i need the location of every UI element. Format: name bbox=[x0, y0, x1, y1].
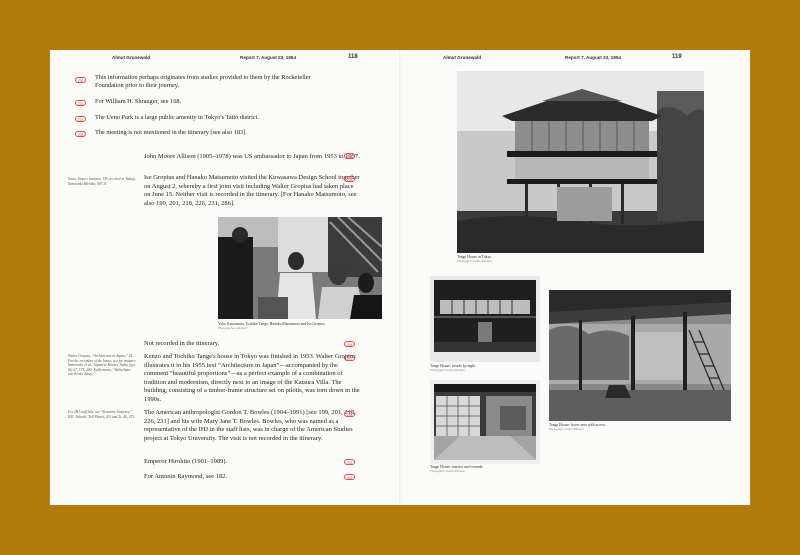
page-number: 119 bbox=[672, 54, 682, 60]
photo-group-portrait bbox=[218, 217, 382, 319]
gutter bbox=[399, 50, 401, 505]
photo-lower-area bbox=[549, 290, 731, 421]
note-number: 230 bbox=[75, 77, 86, 83]
photo-tange-house bbox=[457, 71, 704, 253]
sidenote: For IHJ staff lists, see “Tentative Itin… bbox=[68, 410, 136, 419]
paragraph: Not recorded in the itinerary. bbox=[144, 340, 220, 347]
note-number: 238 bbox=[344, 411, 355, 417]
note-number: 236 bbox=[344, 341, 355, 347]
photo-facade-night bbox=[430, 276, 540, 362]
paragraph: For Antonin Raymond, see 182. bbox=[144, 473, 228, 480]
note-number: 232 bbox=[75, 116, 86, 122]
page-number: 118 bbox=[348, 54, 358, 60]
note-number: 234 bbox=[344, 153, 355, 159]
photo-image bbox=[218, 217, 382, 319]
photo-credit: Photographer unknown bbox=[218, 326, 247, 330]
paragraph: Kenzo and Tochiko Tange's house in Tokyo… bbox=[144, 353, 360, 403]
photo-image bbox=[457, 71, 704, 253]
running-head-author: Almut Grunewald bbox=[443, 55, 482, 60]
paragraph: Emperor Hirohito (1901–1989). bbox=[144, 458, 228, 465]
photo-image bbox=[430, 276, 540, 362]
note-number: 237 bbox=[344, 355, 355, 361]
photo-credit: Photograph Yoshio Shiratori bbox=[430, 469, 465, 473]
photo-image bbox=[430, 380, 540, 464]
paragraph: Ise Gropius and Hanako Matsumoto visited… bbox=[144, 174, 360, 207]
book-spread: Almut Grunewald Report 7, August 23, 195… bbox=[50, 50, 750, 505]
photo-credit: Photograph Yoshio Shiratori bbox=[430, 368, 465, 372]
footnote: The meeting is not mentioned in the itin… bbox=[95, 129, 247, 136]
note-number: 235 bbox=[344, 176, 355, 182]
running-head-author: Almut Grunewald bbox=[112, 55, 151, 60]
footnote: This information perhaps originates from… bbox=[95, 74, 311, 90]
sidenote: Walter Gropius, “Architecture in Japan,”… bbox=[68, 354, 136, 377]
photo-interior-veranda bbox=[430, 380, 540, 464]
footnote: For William H. Shrauger, see 168. bbox=[95, 98, 182, 105]
note-number: 240 bbox=[344, 474, 355, 480]
running-head-title: Report 7, August 23, 1954 bbox=[240, 55, 296, 60]
running-head-title: Report 7, August 23, 1954 bbox=[565, 55, 621, 60]
paragraph: The American anthropologist Gordon T. Bo… bbox=[144, 409, 356, 442]
paragraph: John Moore Allison (1905–1978) was US am… bbox=[144, 153, 360, 160]
note-number: 231 bbox=[75, 100, 86, 106]
photo-credit: Photograph Yoshio Shiratori bbox=[457, 259, 492, 263]
photo-image bbox=[549, 290, 731, 421]
note-number: 239 bbox=[344, 459, 355, 465]
photo-credit: Photograph Yoshio Shiratori bbox=[549, 427, 584, 431]
sidenote: Sawa, Inoue e tsuiseru, 145, as cited in… bbox=[68, 177, 136, 186]
note-number: 233 bbox=[75, 131, 86, 137]
footnote: The Ueno Park is a large public amenity … bbox=[95, 114, 259, 121]
